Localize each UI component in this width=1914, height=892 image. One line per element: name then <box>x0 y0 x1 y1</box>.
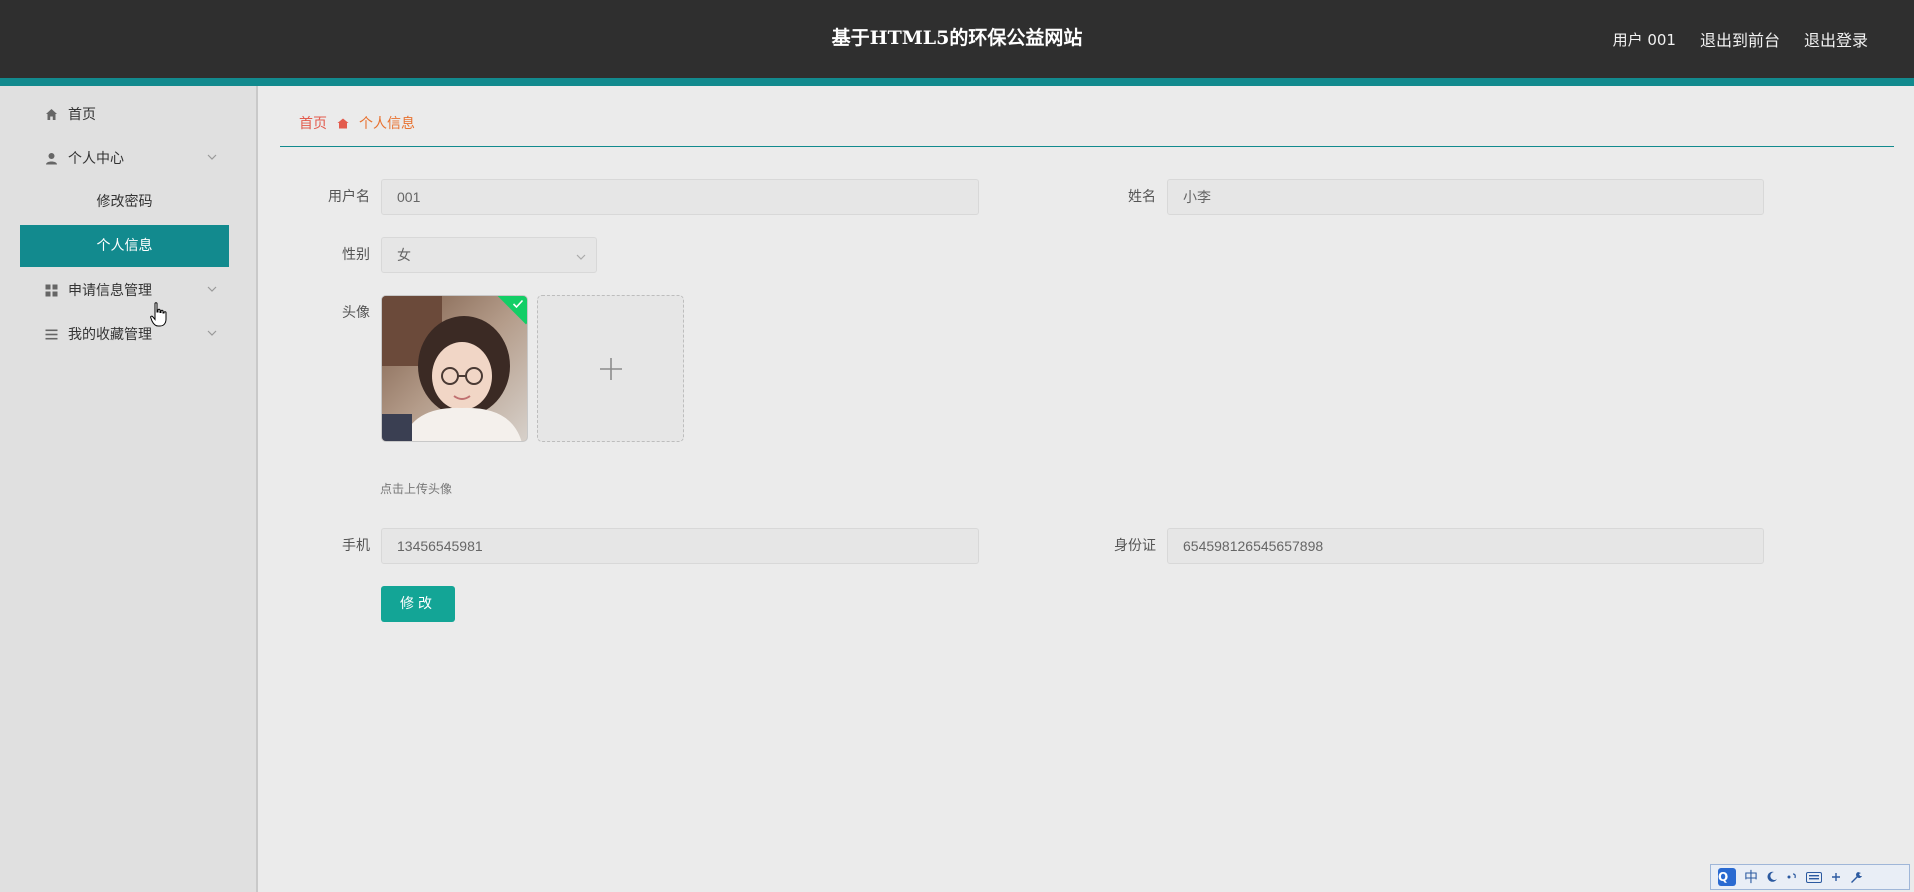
back-to-front-link[interactable]: 退出到前台 <box>1700 27 1780 51</box>
breadcrumb-divider <box>280 146 1894 147</box>
sidebar-subitem-change-password[interactable]: 修改密码 <box>20 181 229 223</box>
breadcrumb-separator-icon <box>337 118 349 129</box>
avatar-label: 头像 <box>342 305 370 321</box>
gender-select[interactable]: 女 <box>381 237 597 273</box>
grid-icon <box>44 283 58 297</box>
phone-field[interactable]: 13456545981 <box>381 528 979 564</box>
chevron-down-icon <box>205 282 219 296</box>
gender-selected-value: 女 <box>397 247 411 263</box>
chevron-down-icon <box>205 326 219 340</box>
avatar-image[interactable] <box>381 295 528 442</box>
username-label: 用户名 <box>328 189 370 205</box>
header-actions: 用户 001 退出到前台 退出登录 <box>1613 0 1868 78</box>
sidebar-item-personal-center[interactable]: 个人中心 <box>20 137 229 179</box>
phone-label: 手机 <box>342 538 370 554</box>
name-label: 姓名 <box>1128 189 1156 205</box>
update-button[interactable]: 修改 <box>381 586 455 622</box>
sidebar-subitem-personal-info[interactable]: 个人信息 <box>20 225 229 267</box>
check-icon <box>512 299 524 309</box>
header-accent-bar <box>0 78 1914 86</box>
ime-mode-toggle[interactable]: 中 <box>1744 867 1758 887</box>
sidebar-item-label: 申请信息管理 <box>68 283 152 299</box>
breadcrumb-current: 个人信息 <box>359 116 415 132</box>
avatar-upload-hint: 点击上传头像 <box>380 482 453 496</box>
sidebar-item-label: 我的收藏管理 <box>68 327 152 343</box>
gender-label: 性别 <box>342 247 370 263</box>
idcard-field[interactable]: 654598126545657898 <box>1167 528 1764 564</box>
sidebar-item-application-management[interactable]: 申请信息管理 <box>20 269 229 311</box>
hand-pointer-icon <box>150 302 167 327</box>
sidebar-item-label: 个人中心 <box>68 151 124 167</box>
moon-icon[interactable] <box>1766 871 1778 883</box>
username-field[interactable]: 001 <box>381 179 979 215</box>
keyboard-icon[interactable] <box>1806 871 1822 883</box>
list-icon <box>44 327 58 341</box>
breadcrumb-home-link[interactable]: 首页 <box>299 113 327 133</box>
plus-icon <box>599 357 622 380</box>
wrench-icon[interactable] <box>1850 871 1862 883</box>
ime-toolbar[interactable]: Q 中 <box>1710 864 1910 890</box>
chevron-down-icon <box>205 150 219 164</box>
home-icon <box>44 107 58 121</box>
current-user-label: 用户 001 <box>1612 30 1676 49</box>
breadcrumb: 首页 个人信息 <box>299 112 415 134</box>
avatar-upload-button[interactable] <box>537 295 684 442</box>
punctuation-icon[interactable] <box>1786 871 1798 883</box>
sidebar-item-favorites-management[interactable]: 我的收藏管理 <box>20 313 229 355</box>
user-icon <box>44 151 58 165</box>
name-field[interactable]: 小李 <box>1167 179 1764 215</box>
idcard-label: 身份证 <box>1114 538 1156 554</box>
sidebar-item-label: 首页 <box>68 107 96 123</box>
ime-logo-icon: Q <box>1718 868 1736 886</box>
avatar-photo <box>382 296 527 441</box>
chevron-down-icon <box>576 238 586 272</box>
voice-icon[interactable] <box>1830 871 1842 883</box>
logout-link[interactable]: 退出登录 <box>1804 27 1868 51</box>
sidebar-item-home[interactable]: 首页 <box>20 93 229 135</box>
